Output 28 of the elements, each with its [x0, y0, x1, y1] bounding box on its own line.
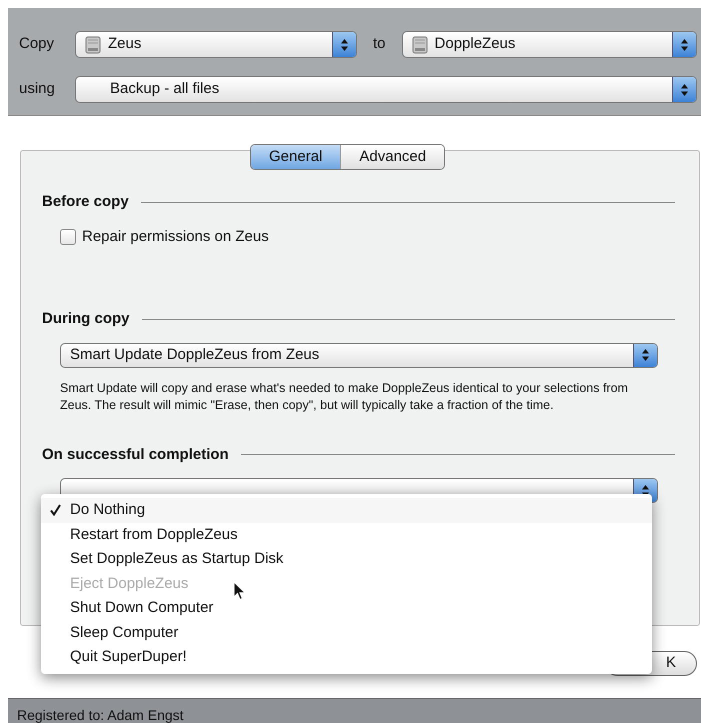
section-heading: Before copy: [42, 192, 129, 212]
section-heading: On successful completion: [42, 444, 229, 464]
description-text: Smart Update will copy and erase what's needed to make DoppleZeus identical to your selections from Zeus. The result will mimic "Erase, then copy", but will typically take a fraction of the time.: [60, 380, 629, 414]
destination-popup[interactable]: DoppleZeus: [402, 31, 697, 58]
checkmark-icon: [50, 504, 61, 516]
to-label: to: [372, 34, 387, 54]
status-text: Registered to: Adam Engst: [17, 706, 184, 723]
pointer-cursor-icon: [233, 581, 246, 601]
menu-item[interactable]: Restart from DoppleZeus: [41, 522, 652, 547]
tab[interactable]: General: [251, 145, 340, 169]
menu-item[interactable]: Quit SuperDuper!: [41, 645, 652, 670]
copy-mode-popup[interactable]: Smart Update DoppleZeus from Zeus: [60, 342, 658, 368]
using-label: using: [19, 79, 56, 100]
stepper-icon: [332, 32, 356, 57]
section-heading: During copy: [42, 309, 130, 329]
stepper-icon: [672, 32, 696, 57]
script-popup[interactable]: Backup - all files: [75, 76, 697, 103]
source-popup[interactable]: Zeus: [75, 31, 357, 58]
menu-item[interactable]: Do Nothing: [41, 498, 652, 522]
menu-item[interactable]: Sleep Computer: [41, 620, 652, 645]
checkbox[interactable]: [60, 228, 76, 245]
menu-item[interactable]: Shut Down Computer: [41, 596, 652, 620]
stepper-icon: [672, 77, 696, 102]
menu-item[interactable]: Set DoppleZeus as Startup Disk: [41, 547, 652, 572]
stepper-icon: [633, 344, 657, 366]
tab[interactable]: Advanced: [340, 145, 444, 169]
copy-label: Copy: [19, 34, 56, 54]
checkbox-label: Repair permissions on Zeus: [82, 226, 269, 246]
